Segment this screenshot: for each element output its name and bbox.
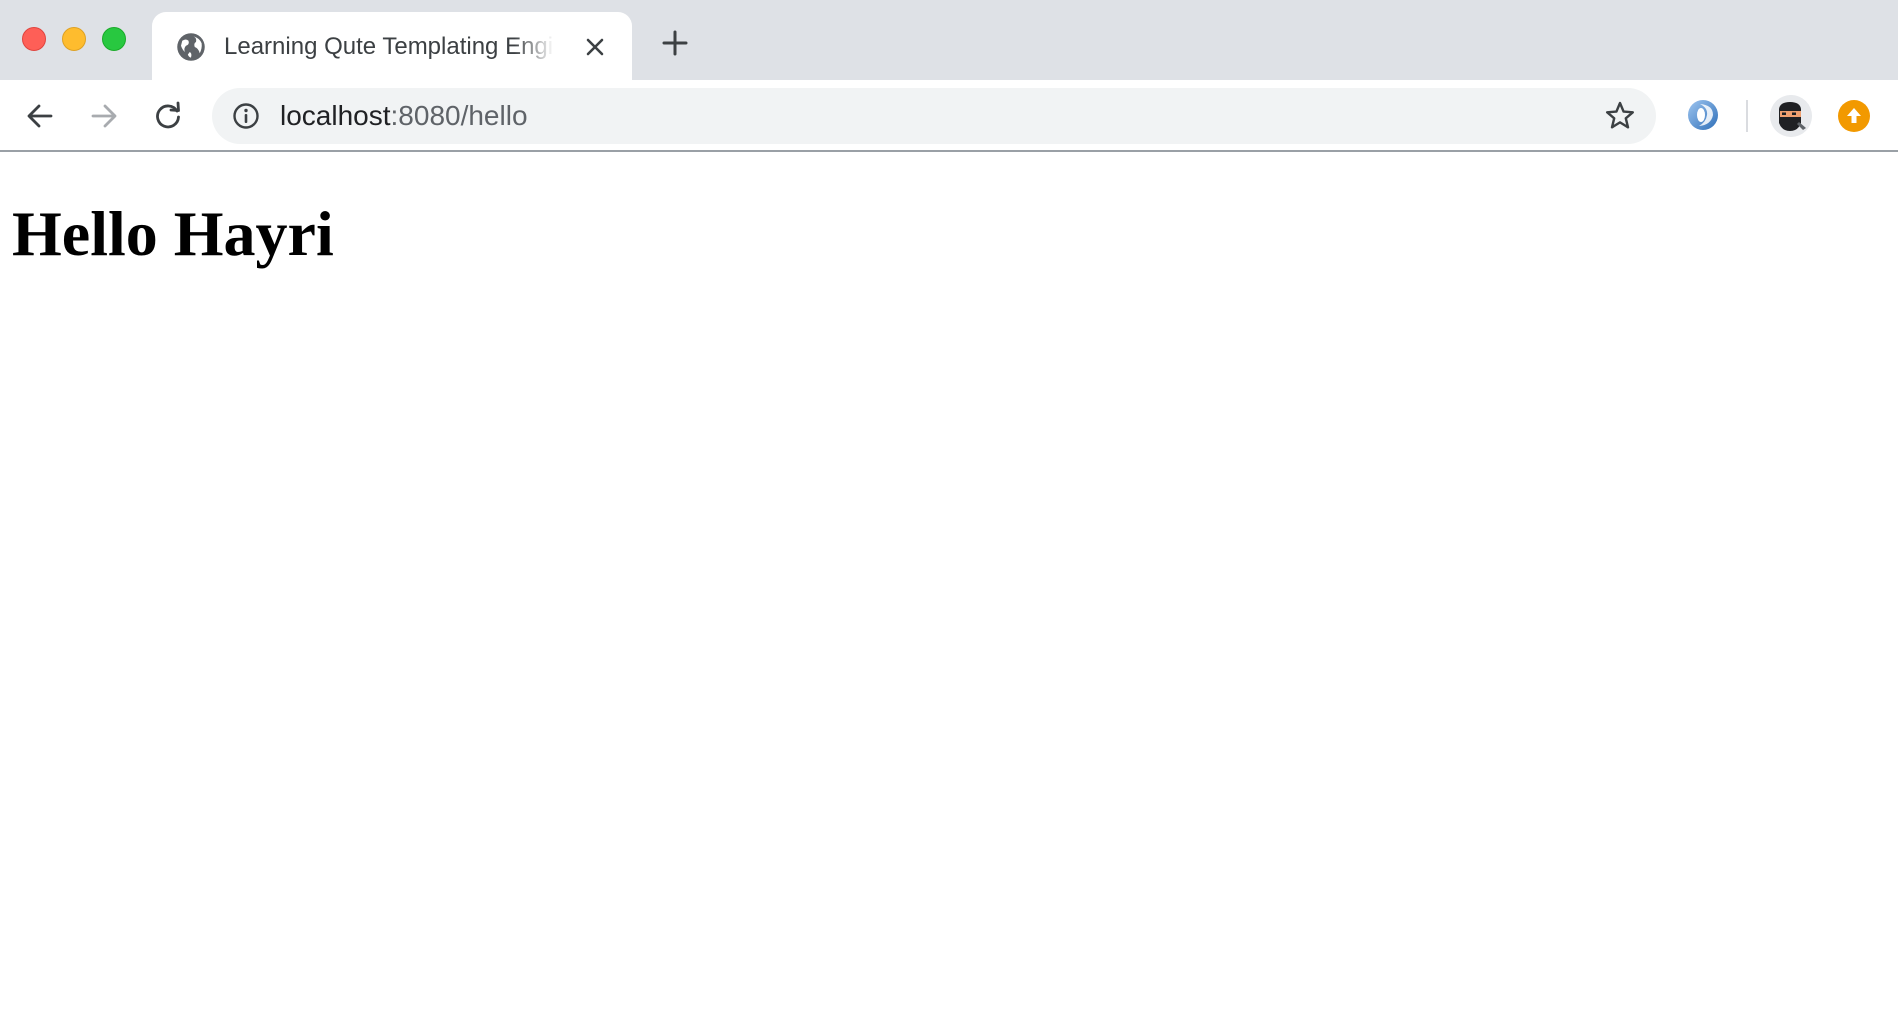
- globe-icon: [177, 33, 205, 61]
- tab-close-button[interactable]: [582, 34, 608, 60]
- new-tab-button[interactable]: [660, 28, 690, 58]
- address-bar[interactable]: localhost:8080/hello: [212, 88, 1656, 144]
- window-close-button[interactable]: [22, 27, 46, 51]
- page-heading: Hello Hayri: [12, 198, 334, 269]
- close-icon: [586, 38, 604, 56]
- arrow-right-icon: [91, 104, 117, 128]
- browser-window: Learning Qute Templating Engine localhos…: [0, 0, 1898, 1024]
- browser-tab[interactable]: Learning Qute Templating Engine: [152, 12, 632, 80]
- window-maximize-button[interactable]: [102, 27, 126, 51]
- reload-icon: [156, 101, 180, 129]
- back-button[interactable]: [22, 98, 58, 134]
- update-button[interactable]: [1838, 100, 1870, 132]
- extension-icon[interactable]: [1686, 98, 1720, 132]
- tab-title: Learning Qute Templating Engine: [224, 33, 554, 60]
- window-minimize-button[interactable]: [62, 27, 86, 51]
- forward-button[interactable]: [86, 98, 122, 134]
- update-arrow-icon: [1847, 108, 1861, 123]
- ninja-avatar-icon: [1770, 95, 1812, 137]
- page-content: Hello Hayri: [0, 154, 1898, 1024]
- reload-button[interactable]: [150, 98, 186, 134]
- tab-strip: Learning Qute Templating Engine: [0, 0, 1898, 80]
- tab-title-container: Learning Qute Templating Engine: [224, 31, 554, 63]
- url-path: :8080/hello: [390, 100, 528, 131]
- toolbar-divider: [1746, 100, 1748, 132]
- plus-icon: [662, 30, 688, 56]
- browser-toolbar: localhost:8080/hello: [0, 80, 1898, 152]
- star-icon[interactable]: [1604, 100, 1636, 132]
- url-host: localhost: [280, 100, 391, 131]
- address-url[interactable]: localhost:8080/hello: [280, 100, 528, 132]
- profile-avatar[interactable]: [1770, 95, 1812, 137]
- info-icon[interactable]: [232, 102, 260, 130]
- arrow-left-icon: [27, 104, 53, 128]
